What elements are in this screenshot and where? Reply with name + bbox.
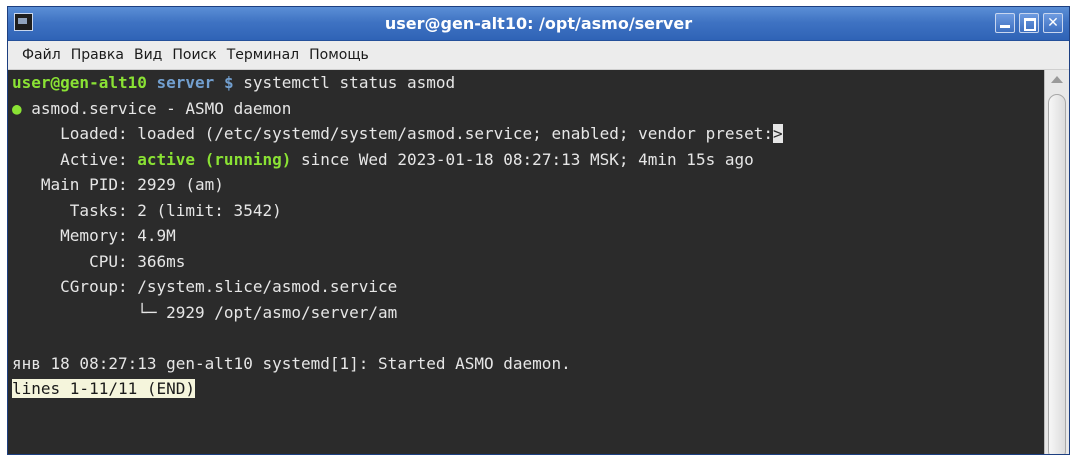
minimize-button[interactable]: [995, 13, 1015, 33]
log-line: янв 18 08:27:13 gen-alt10 systemd[1]: St…: [12, 353, 571, 373]
truncated-marker: >: [773, 124, 783, 143]
service-line: ● asmod.service - ASMO daemon: [8, 96, 1046, 122]
command-text: systemctl status asmod: [243, 73, 456, 92]
loaded-text: Loaded: loaded (/etc/systemd/system/asmo…: [12, 124, 773, 143]
cgroup-line: CGroup: /system.slice/asmod.service: [12, 277, 398, 296]
menu-file[interactable]: Файл: [17, 41, 66, 69]
loaded-line: Loaded: loaded (/etc/systemd/system/asmo…: [8, 121, 1046, 147]
menu-terminal[interactable]: Терминал: [222, 41, 304, 69]
menu-edit[interactable]: Правка: [66, 41, 129, 69]
pager-status-line: lines 1-11/11 (END): [8, 376, 1046, 402]
cgroup-child-line: └─ 2929 /opt/asmo/server/am: [12, 302, 398, 322]
service-name: asmod.service - ASMO daemon: [21, 98, 292, 118]
scroll-up-arrow-icon[interactable]: [1051, 76, 1063, 83]
prompt-sign: $: [223, 73, 234, 92]
vertical-scrollbar[interactable]: [1044, 70, 1069, 454]
maximize-button[interactable]: [1019, 13, 1039, 33]
menu-search[interactable]: Поиск: [167, 41, 221, 69]
menu-view[interactable]: Вид: [129, 41, 167, 69]
tasks-line: Tasks: 2 (limit: 3542): [12, 200, 282, 220]
terminal-output[interactable]: user@gen-alt10 server $ systemctl status…: [8, 70, 1046, 454]
menu-help[interactable]: Помощь: [304, 41, 374, 69]
active-label: Active:: [12, 149, 138, 169]
window-title: user@gen-alt10: /opt/asmo/server: [384, 14, 693, 33]
main-pid-line: Main PID: 2929 (am): [12, 175, 224, 194]
memory-line: Memory: 4.9M: [12, 226, 176, 245]
active-since: since Wed 2023-01-18 08:27:13 MSK; 4min …: [291, 149, 754, 169]
close-button[interactable]: ✕: [1043, 13, 1063, 33]
status-dot-icon: ●: [12, 98, 22, 118]
title-bar[interactable]: user@gen-alt10: /opt/asmo/server ✕: [8, 7, 1069, 41]
active-state: active (running): [137, 149, 292, 169]
active-line: Active: active (running) since Wed 2023-…: [8, 147, 1046, 173]
menu-bar: Файл Правка Вид Поиск Терминал Помощь: [8, 41, 1069, 70]
scrollbar-thumb[interactable]: [1048, 94, 1066, 454]
prompt-line: user@gen-alt10 server $ systemctl status…: [8, 70, 1046, 96]
terminal-window: user@gen-alt10: /opt/asmo/server ✕ Файл П…: [7, 6, 1070, 455]
pager-status: lines 1-11/11 (END): [12, 379, 196, 398]
cpu-line: CPU: 366ms: [12, 251, 186, 271]
prompt-dir: server: [156, 73, 215, 92]
prompt-user: user@gen-alt10: [12, 73, 147, 92]
